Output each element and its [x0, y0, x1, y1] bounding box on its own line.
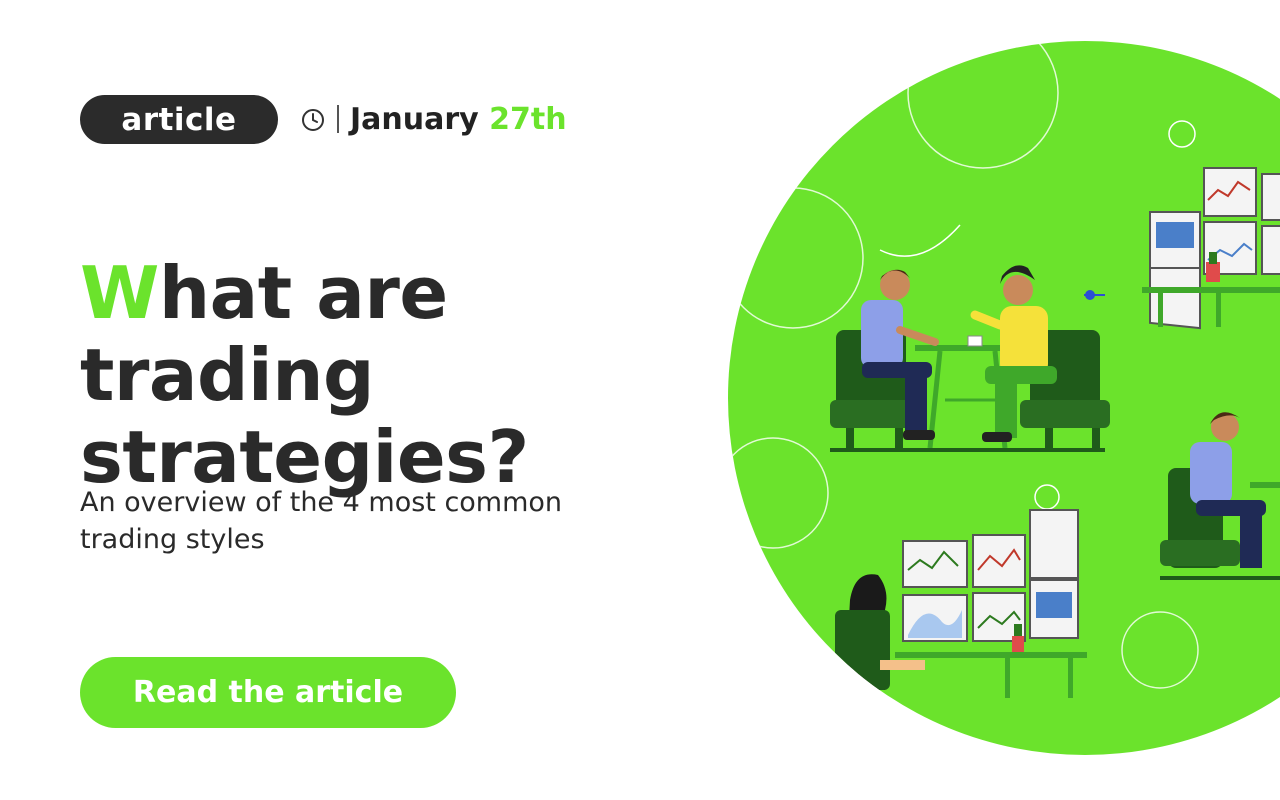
date-month: January — [350, 102, 479, 137]
article-tag: article — [80, 95, 278, 144]
publish-date: January 27th — [350, 102, 567, 137]
read-article-button[interactable]: Read the article — [80, 657, 456, 728]
monitor-wall-top — [1142, 167, 1280, 330]
trader-right — [1160, 412, 1280, 580]
meeting-scene — [830, 265, 1110, 452]
monitor-wall-bottom — [835, 509, 1087, 698]
date-divider — [337, 105, 339, 133]
article-tag-label: article — [121, 101, 237, 138]
subtitle: An overview of the 4 most common trading… — [80, 487, 563, 555]
title-first-letter: W — [80, 251, 159, 335]
clock-icon — [302, 109, 324, 131]
illustration-content — [728, 41, 1280, 698]
page-title: What are trading strategies? — [80, 252, 740, 498]
date-day: 27th — [489, 102, 567, 137]
read-article-button-label: Read the article — [132, 675, 404, 710]
green-circle-background — [728, 41, 1280, 755]
